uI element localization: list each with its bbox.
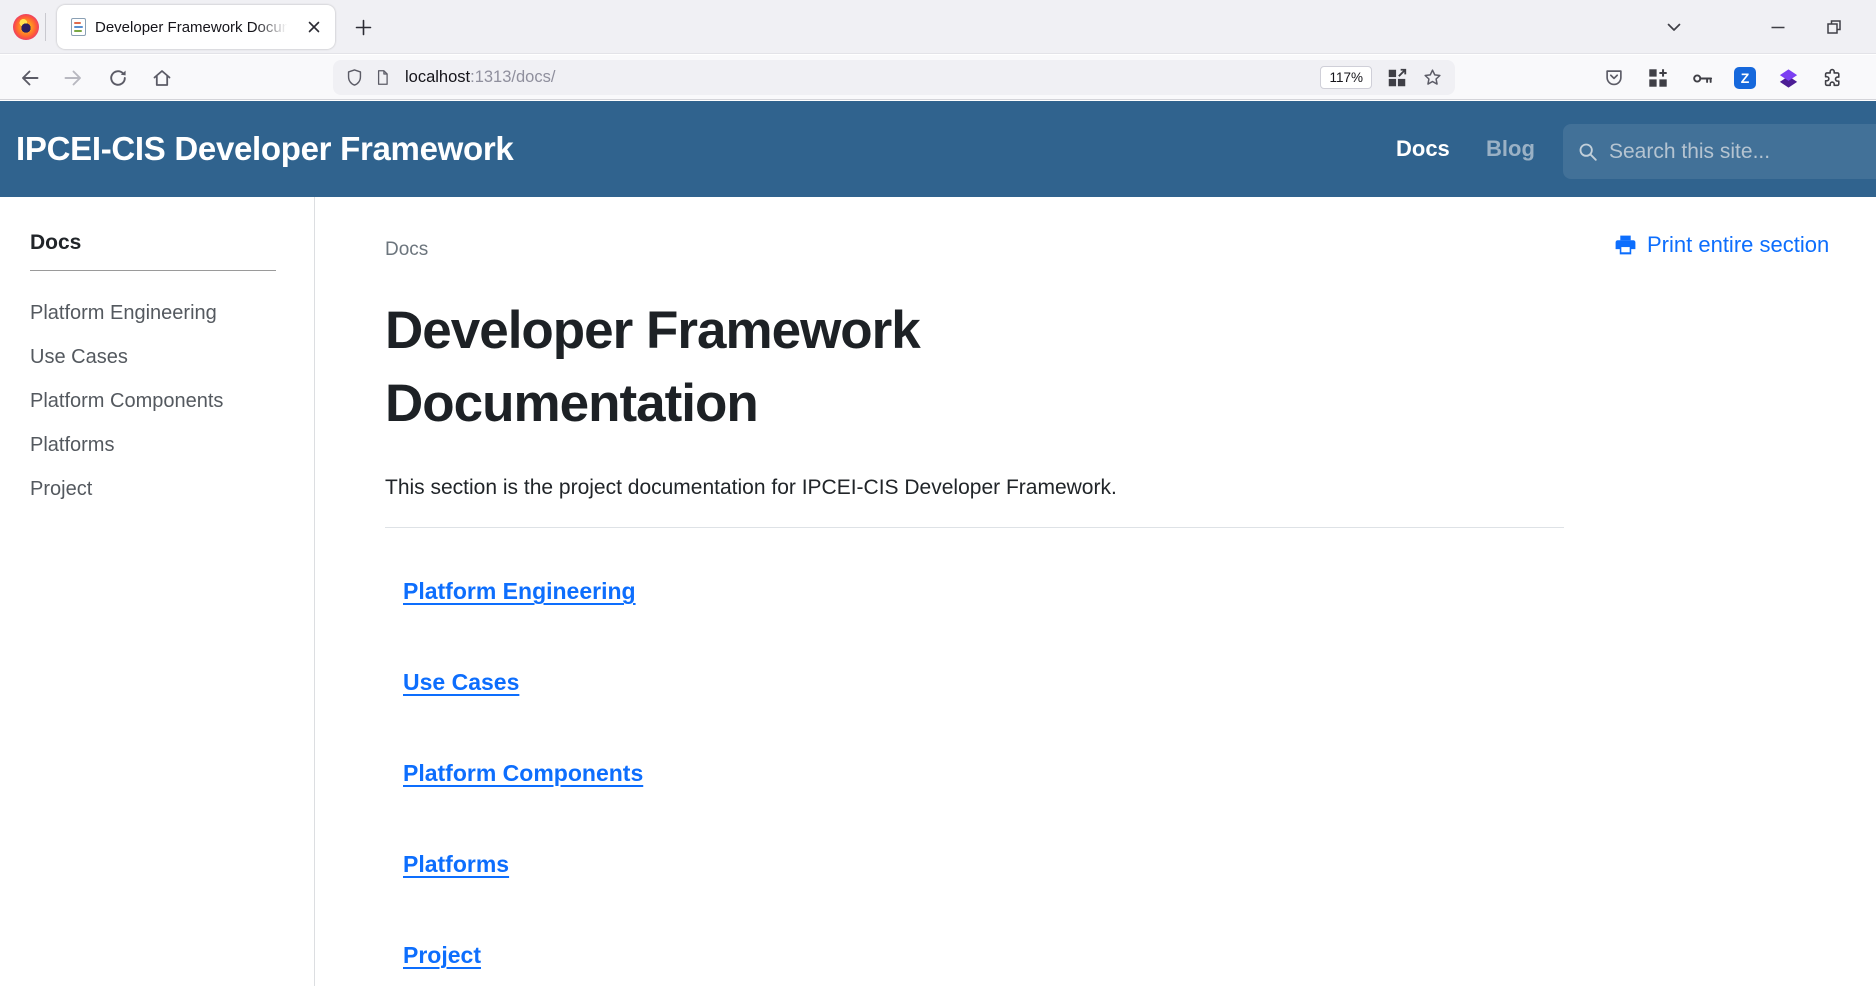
sidebar-item-platforms[interactable]: Platforms <box>30 433 114 457</box>
search-icon <box>1577 141 1599 163</box>
page-info-icon[interactable] <box>374 69 391 86</box>
toolbar-extensions-area: Z <box>1602 63 1844 93</box>
section-item: Platforms <box>403 850 1564 878</box>
extensions-puzzle-icon[interactable] <box>1820 66 1844 90</box>
container-grid-icon[interactable] <box>1386 67 1408 89</box>
sidebar-item-project[interactable]: Project <box>30 477 92 501</box>
browser-window: Developer Framework Docume <box>0 0 1876 986</box>
section-link-use-cases[interactable]: Use Cases <box>403 669 519 695</box>
print-section-label: Print entire section <box>1647 232 1829 258</box>
url-bar[interactable]: localhost:1313/docs/ 117% <box>333 60 1455 95</box>
printer-icon <box>1613 233 1638 258</box>
sidebar-divider <box>314 197 315 986</box>
page-title: Developer Framework Documentation <box>385 295 1085 440</box>
section-item: Platform Components <box>403 759 1564 787</box>
forward-button[interactable] <box>58 63 88 93</box>
tab-close-icon[interactable] <box>303 16 325 38</box>
window-restore-button[interactable] <box>1818 11 1850 43</box>
nav-item-docs[interactable]: Docs <box>1396 101 1450 197</box>
sidebar-nav: Platform Engineering Use Cases Platform … <box>30 301 276 501</box>
main-content: Docs Developer Framework Documentation T… <box>385 197 1564 986</box>
sidebar-item: Platforms <box>30 433 276 457</box>
tab-separator <box>45 13 46 41</box>
sidebar-item: Project <box>30 477 276 501</box>
back-button[interactable] <box>15 63 45 93</box>
browser-tab[interactable]: Developer Framework Docume <box>57 5 335 49</box>
home-button[interactable] <box>147 63 177 93</box>
site-header: IPCEI-CIS Developer Framework Docs Blog <box>0 101 1876 197</box>
breadcrumb: Docs <box>385 239 1564 261</box>
new-tab-button[interactable] <box>349 13 377 41</box>
zoom-level-badge[interactable]: 117% <box>1320 66 1372 89</box>
site-search-input[interactable] <box>1609 140 1849 164</box>
section-item: Use Cases <box>403 668 1564 696</box>
sidebar-item: Use Cases <box>30 345 276 369</box>
section-link-platform-engineering[interactable]: Platform Engineering <box>403 578 636 604</box>
url-text[interactable]: localhost:1313/docs/ <box>405 68 555 87</box>
url-host: localhost <box>405 68 470 86</box>
section-item: Project <box>403 941 1564 969</box>
sidebar-item-platform-components[interactable]: Platform Components <box>30 389 223 413</box>
password-key-icon[interactable] <box>1690 66 1714 90</box>
navigation-toolbar: localhost:1313/docs/ 117% Z <box>0 55 1876 100</box>
section-link-platforms[interactable]: Platforms <box>403 851 509 877</box>
bookmark-star-icon[interactable] <box>1422 67 1443 88</box>
sidebar-heading[interactable]: Docs <box>30 231 276 255</box>
shortcuts-grid-plus-icon[interactable] <box>1646 66 1670 90</box>
content-rule <box>385 527 1564 528</box>
print-section-link[interactable]: Print entire section <box>1613 232 1829 258</box>
sidebar-item-platform-engineering[interactable]: Platform Engineering <box>30 301 217 325</box>
sidebar-item-use-cases[interactable]: Use Cases <box>30 345 128 369</box>
window-minimize-button[interactable] <box>1762 11 1794 43</box>
url-path: :1313/docs/ <box>470 68 555 86</box>
site-brand[interactable]: IPCEI-CIS Developer Framework <box>16 101 513 197</box>
nav-item-blog[interactable]: Blog <box>1486 101 1535 197</box>
list-all-tabs-chevron-icon[interactable] <box>1658 11 1690 43</box>
tab-title: Developer Framework Docume <box>95 19 291 36</box>
web-page: IPCEI-CIS Developer Framework Docs Blog … <box>0 101 1876 986</box>
reload-button[interactable] <box>103 63 133 93</box>
page-favicon-icon <box>71 18 86 36</box>
tracking-shield-icon[interactable] <box>345 68 364 87</box>
sidebar-rule <box>30 270 276 271</box>
z-extension-icon[interactable]: Z <box>1734 67 1756 89</box>
tab-bar: Developer Framework Docume <box>0 0 1876 54</box>
section-item: Platform Engineering <box>403 577 1564 605</box>
right-panel: Print entire section <box>1613 232 1829 258</box>
firefox-logo-icon[interactable] <box>13 14 39 40</box>
docs-sidebar: Docs Platform Engineering Use Cases Plat… <box>0 197 314 986</box>
gem-extension-icon[interactable] <box>1776 66 1800 90</box>
sidebar-item: Platform Components <box>30 389 276 413</box>
sidebar-item: Platform Engineering <box>30 301 276 325</box>
section-link-platform-components[interactable]: Platform Components <box>403 760 643 786</box>
pocket-icon[interactable] <box>1602 66 1626 90</box>
section-index: Platform Engineering Use Cases Platform … <box>403 577 1564 969</box>
section-link-project[interactable]: Project <box>403 942 481 968</box>
site-search-box[interactable] <box>1563 124 1876 179</box>
intro-paragraph: This section is the project documentatio… <box>385 476 1564 500</box>
